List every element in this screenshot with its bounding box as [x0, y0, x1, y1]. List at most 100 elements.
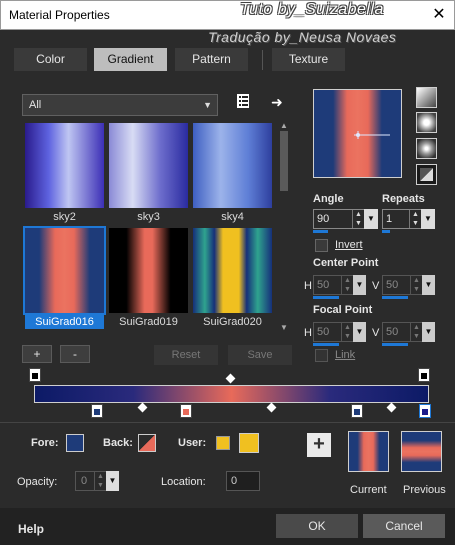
- user-color-swatch[interactable]: [239, 433, 259, 453]
- current-gradient-thumb[interactable]: [348, 431, 389, 472]
- gradient-thumb-suigrad019[interactable]: SuiGrad019: [109, 228, 188, 328]
- chevron-down-icon[interactable]: ▼: [422, 322, 435, 342]
- gradient-swatch: [25, 228, 104, 313]
- previous-gradient-thumb[interactable]: [401, 431, 442, 472]
- spinner-arrows-icon[interactable]: ▲ ▼: [410, 276, 422, 294]
- radial-style-button[interactable]: [416, 164, 437, 185]
- window-title: Material Properties: [9, 8, 110, 22]
- gradient-name: sky2: [53, 211, 76, 223]
- gradient-thumb-sky2[interactable]: sky2: [25, 123, 104, 223]
- center-v-value: 50: [386, 279, 399, 291]
- gradient-thumb-sky4[interactable]: sky4: [193, 123, 272, 223]
- remove-gradient-button[interactable]: -: [60, 345, 90, 363]
- color-stop-marker[interactable]: [351, 404, 363, 418]
- focal-h-slider[interactable]: [313, 343, 339, 346]
- sunburst-style-button[interactable]: [416, 138, 437, 159]
- color-midpoint-marker[interactable]: [137, 402, 148, 413]
- spinner-arrows-icon[interactable]: ▲ ▼: [409, 210, 421, 228]
- ok-button[interactable]: OK: [276, 514, 358, 538]
- center-v-label: V: [372, 280, 380, 292]
- opacity-value: 0: [81, 475, 88, 487]
- back-color-swatch[interactable]: [138, 434, 156, 452]
- center-v-slider[interactable]: [382, 296, 408, 299]
- repeats-slider[interactable]: [382, 230, 390, 233]
- center-h-input[interactable]: 50 ▲ ▼ ▼: [313, 275, 366, 295]
- scroll-down-icon[interactable]: ▼: [279, 323, 289, 333]
- arrow-right-icon[interactable]: ➜: [271, 94, 283, 111]
- focal-v-label: V: [372, 327, 380, 339]
- gradient-preview[interactable]: [314, 90, 401, 177]
- gradient-category-dropdown[interactable]: All ▼: [22, 94, 218, 116]
- watermark-translator: Tradução by_Neusa Novaes: [208, 29, 397, 45]
- tab-texture[interactable]: Texture: [272, 48, 345, 71]
- fore-label: Fore:: [31, 437, 59, 449]
- gradient-thumb-suigrad016[interactable]: SuiGrad016: [23, 226, 106, 329]
- angle-handle-icon[interactable]: [314, 90, 401, 177]
- opacity-input[interactable]: 0 ▲ ▼ ▼: [75, 471, 119, 491]
- gradient-name: sky4: [221, 211, 244, 223]
- tab-color[interactable]: Color: [14, 48, 87, 71]
- spinner-arrows-icon[interactable]: ▲ ▼: [94, 472, 106, 490]
- close-icon[interactable]: ✕: [430, 6, 448, 24]
- save-button[interactable]: Save: [228, 345, 292, 365]
- chevron-down-icon[interactable]: ▼: [353, 275, 366, 295]
- watermark-author: Tuto by_Suizabella: [240, 1, 384, 18]
- chevron-down-icon[interactable]: ▼: [106, 471, 119, 491]
- tab-pattern[interactable]: Pattern: [175, 48, 248, 71]
- center-h-slider[interactable]: [313, 296, 339, 299]
- chevron-down-icon[interactable]: ▼: [421, 209, 435, 229]
- color-stop-marker[interactable]: [91, 404, 103, 418]
- gradient-name: SuiGrad020: [203, 316, 262, 328]
- cancel-button[interactable]: Cancel: [363, 514, 445, 538]
- center-v-input[interactable]: 50 ▲ ▼ ▼: [382, 275, 435, 295]
- add-swatch-button[interactable]: +: [307, 433, 331, 457]
- spinner-arrows-icon[interactable]: ▲ ▼: [341, 276, 353, 294]
- gradient-swatch: [109, 123, 188, 208]
- chevron-down-icon[interactable]: ▼: [353, 322, 366, 342]
- radial-style-icon: [420, 168, 433, 181]
- gradient-editor-bar[interactable]: [34, 385, 429, 403]
- spinner-arrows-icon[interactable]: ▲ ▼: [410, 323, 422, 341]
- linear-style-button[interactable]: [416, 87, 437, 108]
- list-view-icon[interactable]: [236, 93, 252, 109]
- rectangular-style-button[interactable]: [416, 112, 437, 133]
- link-checkbox[interactable]: [315, 349, 328, 362]
- focal-v-slider[interactable]: [382, 343, 408, 346]
- color-stop-marker-selected[interactable]: [419, 404, 431, 418]
- focal-v-input[interactable]: 50 ▲ ▼ ▼: [382, 322, 435, 342]
- opacity-stop-marker[interactable]: [418, 368, 430, 382]
- scroll-up-icon[interactable]: ▲: [279, 121, 289, 131]
- angle-input[interactable]: 90 ▲ ▼ ▼: [313, 209, 378, 229]
- user-color-swatch-small[interactable]: [216, 436, 230, 450]
- spinner-arrows-icon[interactable]: ▲ ▼: [341, 323, 353, 341]
- angle-slider[interactable]: [313, 230, 328, 233]
- chevron-down-icon[interactable]: ▼: [364, 209, 378, 229]
- spinner-arrows-icon[interactable]: ▲ ▼: [352, 210, 364, 228]
- gradient-swatch: [193, 228, 272, 313]
- repeats-input[interactable]: 1 ▲ ▼ ▼: [382, 209, 435, 229]
- opacity-stop-marker[interactable]: [29, 368, 41, 382]
- opacity-midpoint-marker[interactable]: [225, 373, 236, 384]
- add-gradient-button[interactable]: +: [22, 345, 52, 363]
- chevron-down-icon[interactable]: ▼: [422, 275, 435, 295]
- reset-button[interactable]: Reset: [154, 345, 218, 365]
- focal-h-input[interactable]: 50 ▲ ▼ ▼: [313, 322, 366, 342]
- gradient-name: SuiGrad019: [119, 316, 178, 328]
- gradient-thumb-suigrad020[interactable]: SuiGrad020: [193, 228, 272, 328]
- back-label: Back:: [103, 437, 133, 449]
- invert-checkbox[interactable]: [315, 239, 328, 252]
- focal-h-label: H: [304, 327, 312, 339]
- color-stop-marker[interactable]: [180, 404, 192, 418]
- color-midpoint-marker[interactable]: [386, 402, 397, 413]
- user-label: User:: [178, 437, 207, 449]
- fore-color-swatch[interactable]: [66, 434, 84, 452]
- color-midpoint-marker[interactable]: [266, 402, 277, 413]
- chevron-down-icon: ▼: [203, 100, 212, 110]
- help-button[interactable]: Help: [18, 522, 44, 536]
- gradient-thumb-sky3[interactable]: sky3: [109, 123, 188, 223]
- tab-gradient[interactable]: Gradient: [94, 48, 167, 71]
- angle-label: Angle: [313, 193, 344, 205]
- scrollbar-thumb[interactable]: [280, 131, 288, 191]
- location-input[interactable]: 0: [226, 471, 260, 491]
- invert-label: Invert: [335, 239, 363, 251]
